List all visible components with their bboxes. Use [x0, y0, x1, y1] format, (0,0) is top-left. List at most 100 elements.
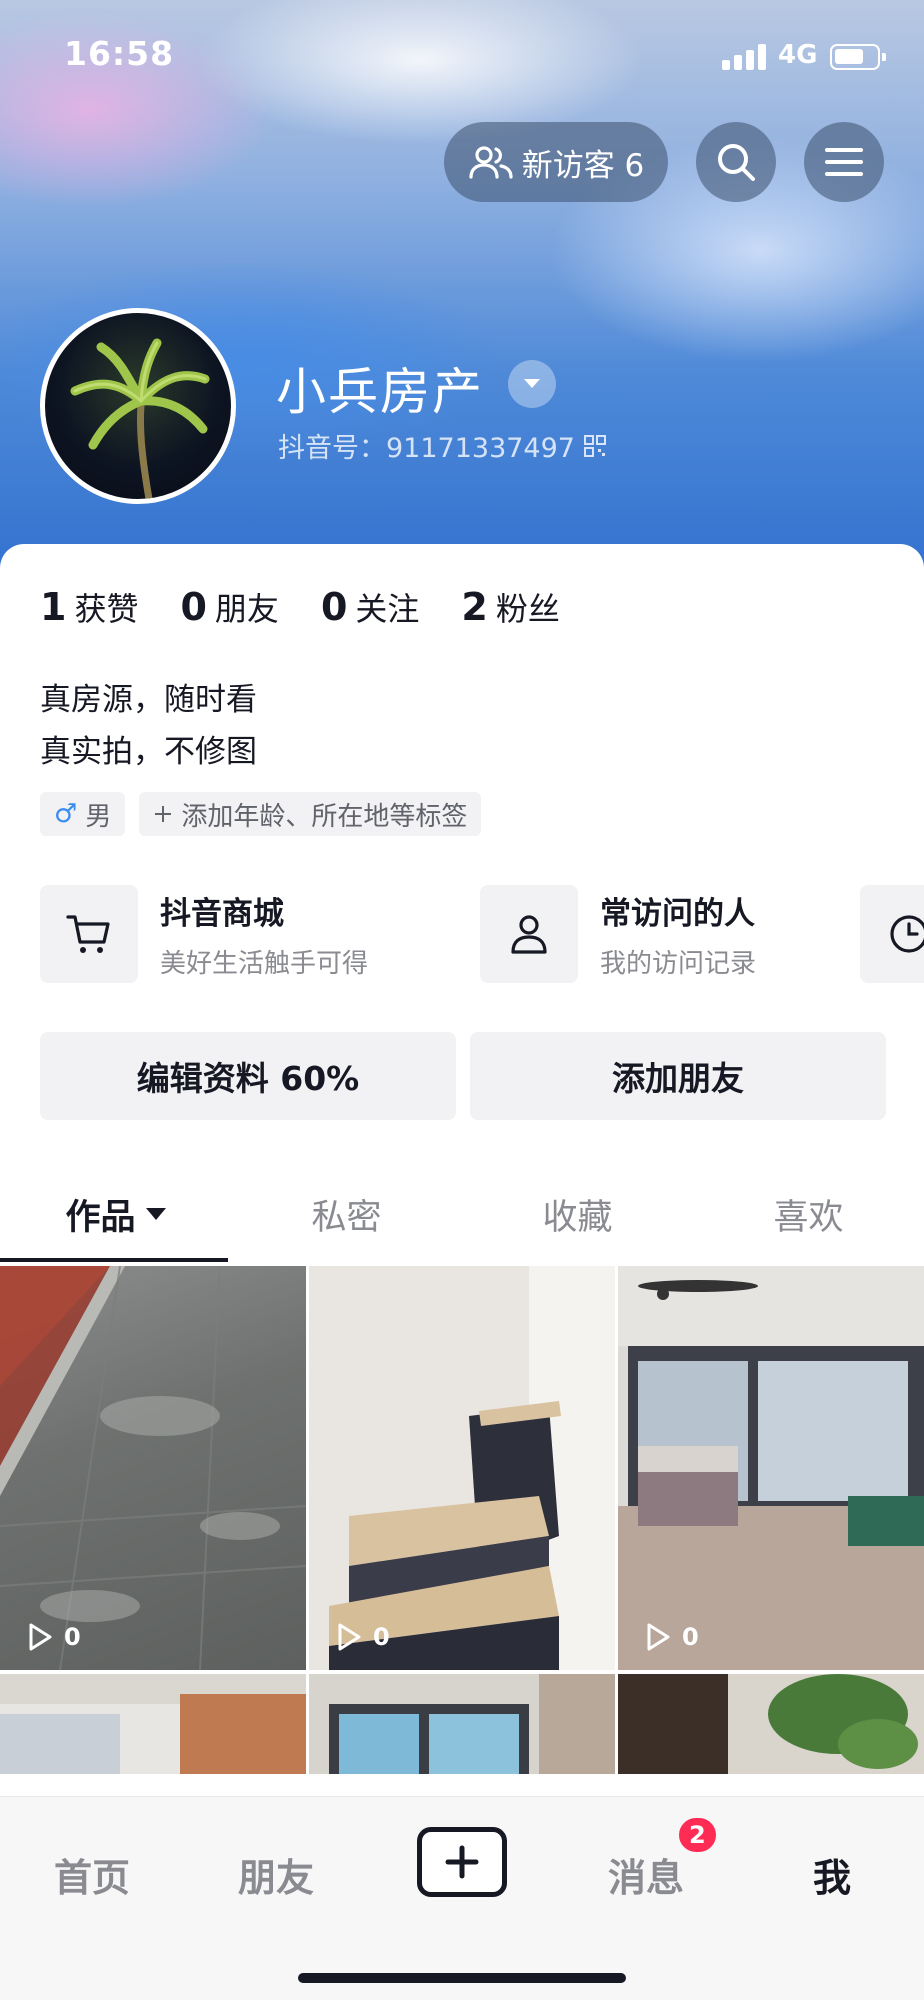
- stat-label: 朋友: [214, 590, 279, 628]
- clock-icon: [890, 915, 924, 953]
- play-count-value: 0: [682, 1623, 699, 1651]
- stat-number: 2: [461, 585, 488, 629]
- stat-label: 粉丝: [495, 590, 560, 628]
- avatar[interactable]: [40, 308, 236, 504]
- douyin-id-row[interactable]: 抖音号：91171337497: [278, 426, 607, 465]
- plant-room-image: [618, 1674, 924, 1774]
- profile-bio: 真房源，随时看 真实拍，不修图: [40, 674, 257, 778]
- add-friend-button[interactable]: 添加朋友: [470, 1032, 886, 1120]
- edit-profile-button[interactable]: 编辑资料 60%: [40, 1032, 456, 1120]
- service-text: 抖音商城 美好生活触手可得: [160, 888, 368, 980]
- stat-number: 1: [40, 585, 67, 629]
- tab-label: 作品: [65, 1197, 136, 1238]
- male-icon: ♂: [54, 799, 78, 829]
- content-tabs: 作品 私密 收藏 喜欢: [0, 1164, 924, 1264]
- video-thumbnail[interactable]: 0: [0, 1266, 306, 1670]
- service-history[interactable]: [860, 884, 924, 984]
- palm-tree-avatar: [70, 338, 210, 499]
- nav-messages[interactable]: 消息: [566, 1847, 726, 1902]
- service-icon-box: [860, 885, 924, 983]
- gender-label: 男: [85, 801, 112, 832]
- room-image: [0, 1694, 306, 1774]
- service-text: 常访问的人 我的访问记录: [600, 888, 756, 980]
- status-time: 16:58: [64, 34, 175, 73]
- home-indicator[interactable]: [298, 1973, 626, 1983]
- staircase-image: [309, 1266, 615, 1670]
- service-icon-box: [40, 885, 138, 983]
- search-icon: [718, 144, 755, 181]
- stat-number: 0: [180, 585, 207, 629]
- menu-icon: [825, 148, 863, 176]
- service-title: 抖音商城: [160, 896, 284, 932]
- play-icon: [338, 1623, 361, 1651]
- new-visitors-button[interactable]: 新访客 6: [444, 122, 668, 202]
- tab-likes[interactable]: 喜欢: [693, 1164, 924, 1264]
- account-switch-button[interactable]: [508, 360, 556, 408]
- cart-icon: [66, 915, 110, 953]
- video-thumbnail[interactable]: [309, 1674, 615, 1774]
- play-count-value: 0: [373, 1623, 390, 1651]
- douyin-id: 抖音号：91171337497: [278, 433, 575, 464]
- rooftop-floor-image: [0, 1266, 306, 1670]
- stat-following[interactable]: 0 关注: [321, 584, 419, 630]
- add-tag-label: 添加年龄、所在地等标签: [181, 801, 468, 832]
- play-count: 0: [26, 1622, 81, 1652]
- active-tab-indicator: [0, 1258, 228, 1262]
- tab-works[interactable]: 作品: [0, 1164, 231, 1264]
- profile-nickname: 小兵房产: [276, 363, 484, 421]
- service-title: 常访问的人: [600, 896, 755, 932]
- plus-icon: [155, 806, 172, 822]
- menu-button[interactable]: [804, 122, 884, 202]
- messages-badge: 2: [676, 1815, 719, 1855]
- tab-private[interactable]: 私密: [231, 1164, 462, 1264]
- profile-card: 1 获赞 0 朋友 0 关注 2 粉丝 真房源，随时看 真实拍，不修图 ♂ 男: [0, 544, 924, 1804]
- balcony-door-image: [329, 1674, 615, 1774]
- profile-stats: 1 获赞 0 朋友 0 关注 2 粉丝: [40, 584, 560, 630]
- new-visitors-label: 新访客 6: [521, 147, 645, 184]
- video-thumbnail[interactable]: [0, 1674, 306, 1774]
- bio-line: 真房源，随时看: [40, 682, 257, 718]
- video-thumbnail[interactable]: [618, 1674, 924, 1774]
- visitors-icon: [469, 146, 513, 179]
- search-button[interactable]: [696, 122, 776, 202]
- bottom-nav: 首页 朋友 消息 2 我: [0, 1796, 924, 2000]
- plus-icon: [445, 1845, 479, 1879]
- play-count: 0: [335, 1622, 390, 1652]
- network-type: 4G: [778, 40, 818, 70]
- add-tag-button[interactable]: 添加年龄、所在地等标签: [139, 792, 482, 836]
- nav-home[interactable]: 首页: [12, 1847, 172, 1902]
- play-icon: [29, 1623, 52, 1651]
- stat-label: 获赞: [74, 590, 139, 628]
- chevron-down-icon: [524, 379, 540, 388]
- stat-number: 0: [320, 585, 348, 629]
- stat-likes[interactable]: 1 获赞: [40, 584, 138, 630]
- play-icon: [647, 1623, 670, 1651]
- services-row: 抖音商城 美好生活触手可得 常访问的人 我的访问记录: [40, 884, 924, 984]
- service-subtitle: 美好生活触手可得: [160, 949, 369, 979]
- gender-tag[interactable]: ♂ 男: [40, 792, 126, 836]
- qr-code-icon[interactable]: [583, 434, 607, 458]
- video-thumbnail[interactable]: 0: [309, 1266, 615, 1670]
- caret-down-icon: [145, 1208, 166, 1220]
- profile-tags: ♂ 男 添加年龄、所在地等标签: [40, 792, 482, 836]
- nav-friends[interactable]: 朋友: [196, 1847, 356, 1902]
- service-icon-box: [480, 885, 578, 983]
- bio-line: 真实拍，不修图: [40, 734, 257, 770]
- battery-icon: [830, 44, 886, 70]
- person-icon: [511, 915, 547, 954]
- stat-label: 关注: [355, 590, 420, 628]
- living-room-image: [618, 1266, 924, 1670]
- tab-favorites[interactable]: 收藏: [462, 1164, 693, 1264]
- play-count: 0: [644, 1622, 699, 1652]
- service-douyin-mall[interactable]: 抖音商城 美好生活触手可得: [40, 884, 368, 984]
- status-bar: 16:58 4G: [0, 0, 924, 110]
- stat-friends[interactable]: 0 朋友: [180, 584, 278, 630]
- video-thumbnail[interactable]: 0: [618, 1266, 924, 1670]
- service-subtitle: 我的访问记录: [600, 949, 757, 979]
- publish-button[interactable]: [417, 1827, 507, 1897]
- service-frequent-visits[interactable]: 常访问的人 我的访问记录: [480, 884, 756, 984]
- nav-me[interactable]: 我: [752, 1847, 912, 1902]
- play-count-value: 0: [64, 1623, 81, 1651]
- signal-icon: [722, 44, 766, 70]
- stat-followers[interactable]: 2 粉丝: [461, 584, 559, 630]
